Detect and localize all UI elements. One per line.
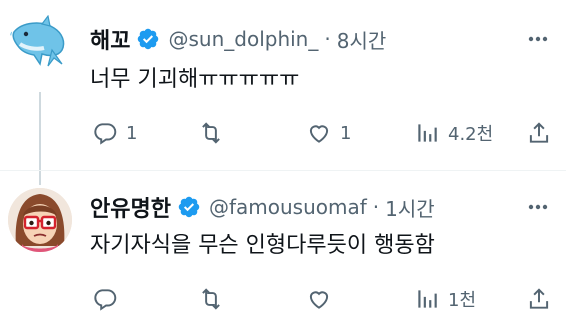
view-count: 1천 [448,290,477,311]
display-name[interactable]: 해꼬 [90,23,130,55]
retweet-button[interactable] [198,118,224,148]
handle[interactable]: @famousuomaf [209,195,367,219]
dolphin-icon [8,14,65,67]
heart-icon [309,125,329,143]
avatar[interactable] [8,188,72,252]
like-button[interactable]: 1 [306,118,351,148]
reply-icon [94,289,117,311]
avatar[interactable] [8,14,72,78]
separator-dot: · [324,27,331,51]
views-button[interactable]: 1천 [414,284,476,314]
reply-count: 1 [126,122,138,144]
tweet-text: 너무 기괴해ㅠㅠㅠㅠㅠ [90,67,300,92]
reply-button[interactable]: 1 [92,118,137,148]
share-button[interactable] [526,118,552,148]
verified-badge-icon [138,28,159,50]
timestamp[interactable]: 8시간 [337,25,387,54]
more-options-button[interactable] [522,195,554,219]
tweet-actions: 1 1 4.2천 [90,118,554,148]
like-count: 1 [340,122,352,144]
views-chart-icon [418,124,437,142]
reply-icon [94,123,117,145]
timestamp[interactable]: 1시간 [385,193,435,222]
views-button[interactable]: 4.2천 [414,118,493,148]
view-count: 4.2천 [448,124,494,145]
share-button[interactable] [526,284,552,314]
verified-badge-icon [178,196,200,218]
display-name[interactable]: 안유명한 [90,191,171,223]
retweet-icon [202,288,220,310]
like-button[interactable] [306,284,340,314]
more-options-button[interactable] [522,27,554,51]
reply-button[interactable] [92,284,126,314]
handle[interactable]: @sun_dolphin_ [168,27,318,51]
share-icon [529,288,549,309]
glasses-girl-icon [8,188,72,252]
separator-dot: · [372,195,380,219]
views-chart-icon [418,290,437,308]
more-dots-icon [528,36,548,42]
tweet-actions: 1천 [90,284,554,314]
tweet-header: 해꼬 @sun_dolphin_ · 8시간 [90,23,387,55]
more-dots-icon [528,204,548,210]
tweet-header: 안유명한 @famousuomaf · 1시간 [90,191,435,223]
tweet-text: 자기자식을 무슨 인형다루듯이 행동함 [90,233,435,258]
retweet-icon [202,122,220,144]
heart-icon [309,291,329,309]
tweet-2[interactable]: 안유명한 @famousuomaf · 1시간 자기자식을 무슨 인형다루듯이 … [0,170,566,328]
retweet-button[interactable] [198,284,224,314]
tweet-1[interactable]: 해꼬 @sun_dolphin_ · 8시간 너무 기괴해ㅠㅠㅠㅠㅠ 1 1 4… [0,0,566,170]
share-icon [529,122,549,143]
